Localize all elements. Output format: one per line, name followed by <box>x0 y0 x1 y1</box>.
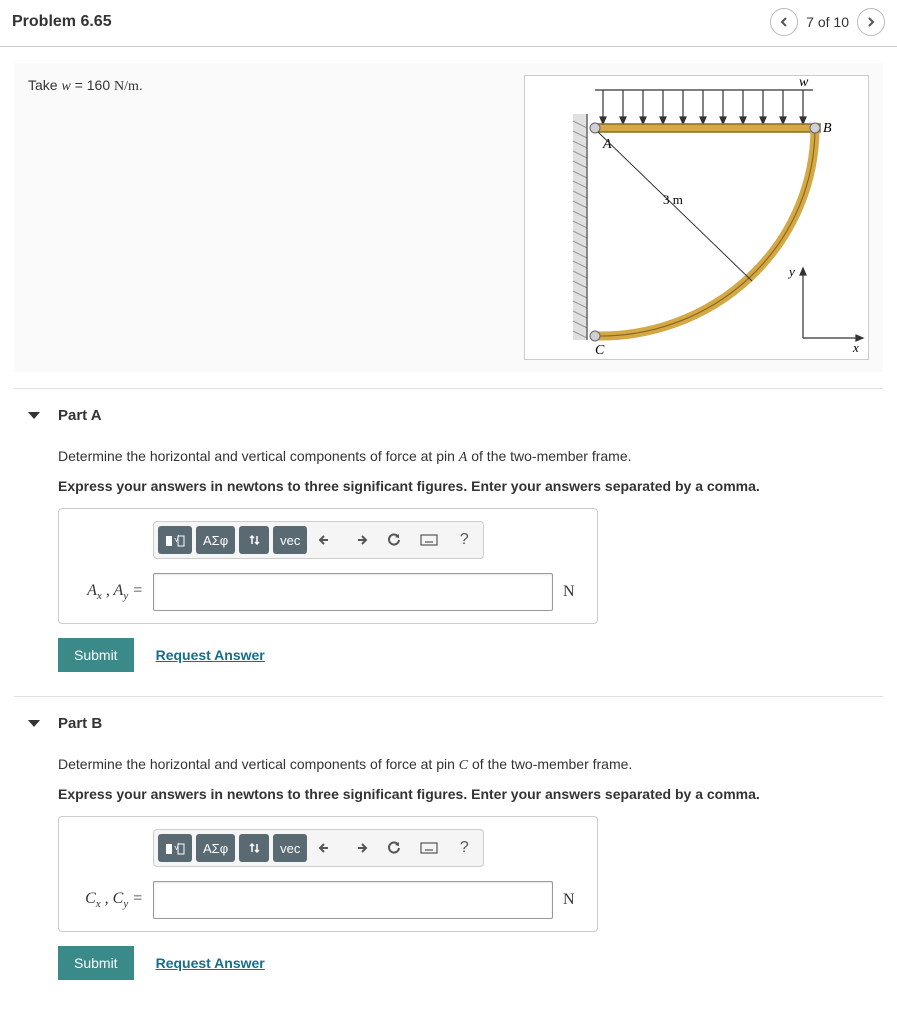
stmt-unit: N/m <box>114 79 139 94</box>
svg-text:y: y <box>787 264 795 279</box>
svg-text:x: x <box>852 340 859 355</box>
undo-button[interactable] <box>311 834 341 862</box>
answer-wrap-a: √ ΑΣφ vec <box>58 508 598 624</box>
request-answer-a[interactable]: Request Answer <box>156 647 265 663</box>
part-a: Part A Determine the horizontal and vert… <box>14 388 883 696</box>
keyboard-button[interactable] <box>413 834 445 862</box>
answer-input-a[interactable] <box>153 573 553 611</box>
header: Problem 6.65 7 of 10 <box>0 0 897 47</box>
greek-button[interactable]: ΑΣφ <box>196 526 235 554</box>
problem-statement-panel: Take w = 160 N/m. <box>14 63 883 372</box>
svg-text:C: C <box>595 343 605 358</box>
nav-controls: 7 of 10 <box>770 8 885 36</box>
stmt-var: w <box>61 79 70 94</box>
chevron-left-icon <box>779 17 789 27</box>
subscript-button[interactable] <box>239 526 269 554</box>
templates-button[interactable]: √ <box>158 834 192 862</box>
toolbar-a: √ ΑΣφ vec <box>153 521 484 559</box>
lhs-b: Cx , Cy = <box>71 890 143 910</box>
unit-b: N <box>563 891 575 909</box>
caret-down-icon <box>28 720 40 727</box>
problem-title: Problem 6.65 <box>12 13 112 31</box>
part-a-title: Part A <box>58 407 102 424</box>
redo-icon <box>352 841 368 855</box>
stmt-eq: = 160 <box>71 77 114 93</box>
request-answer-b[interactable]: Request Answer <box>156 955 265 971</box>
part-b-header[interactable]: Part B <box>14 697 883 750</box>
submit-button-b[interactable]: Submit <box>58 946 134 980</box>
answer-wrap-b: √ ΑΣφ vec <box>58 816 598 932</box>
toolbar-b: √ ΑΣφ vec <box>153 829 484 867</box>
figure: w A B C 3 m <box>524 75 869 360</box>
svg-text:3 m: 3 m <box>663 192 683 207</box>
answer-input-b[interactable] <box>153 881 553 919</box>
vec-button[interactable]: vec <box>273 526 307 554</box>
part-a-format: Express your answers in newtons to three… <box>58 478 883 494</box>
reset-icon <box>386 840 402 856</box>
part-b-title: Part B <box>58 715 102 732</box>
redo-button[interactable] <box>345 526 375 554</box>
reset-button[interactable] <box>379 834 409 862</box>
help-button[interactable]: ? <box>449 526 479 554</box>
part-a-instruction: Determine the horizontal and vertical co… <box>58 448 883 466</box>
keyboard-icon <box>420 842 438 854</box>
lhs-a: Ax , Ay = <box>71 582 143 602</box>
part-b-format: Express your answers in newtons to three… <box>58 786 883 802</box>
reset-icon <box>386 532 402 548</box>
vec-button[interactable]: vec <box>273 834 307 862</box>
svg-text:w: w <box>799 76 809 90</box>
stmt-suffix: . <box>139 77 143 93</box>
part-a-header[interactable]: Part A <box>14 389 883 442</box>
chevron-right-icon <box>866 17 876 27</box>
undo-button[interactable] <box>311 526 341 554</box>
redo-button[interactable] <box>345 834 375 862</box>
svg-text:B: B <box>823 121 832 136</box>
keyboard-button[interactable] <box>413 526 445 554</box>
next-button[interactable] <box>857 8 885 36</box>
stmt-prefix: Take <box>28 77 61 93</box>
unit-a: N <box>563 583 575 601</box>
frame-diagram: w A B C 3 m <box>525 76 870 361</box>
updown-icon <box>247 533 261 547</box>
updown-icon <box>247 841 261 855</box>
template-icon: √ <box>165 840 185 856</box>
prev-button[interactable] <box>770 8 798 36</box>
redo-icon <box>352 533 368 547</box>
undo-icon <box>318 533 334 547</box>
reset-button[interactable] <box>379 526 409 554</box>
subscript-button[interactable] <box>239 834 269 862</box>
undo-icon <box>318 841 334 855</box>
part-b: Part B Determine the horizontal and vert… <box>14 696 883 1004</box>
help-button[interactable]: ? <box>449 834 479 862</box>
position-label: 7 of 10 <box>806 14 849 30</box>
keyboard-icon <box>420 534 438 546</box>
part-b-instruction: Determine the horizontal and vertical co… <box>58 756 883 774</box>
caret-down-icon <box>28 412 40 419</box>
problem-statement: Take w = 160 N/m. <box>28 75 512 360</box>
template-icon: √ <box>165 532 185 548</box>
greek-button[interactable]: ΑΣφ <box>196 834 235 862</box>
templates-button[interactable]: √ <box>158 526 192 554</box>
submit-button-a[interactable]: Submit <box>58 638 134 672</box>
